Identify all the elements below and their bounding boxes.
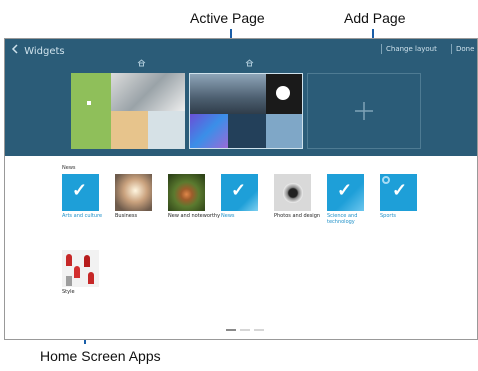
app-icon: ✓	[221, 174, 258, 211]
app-icon	[168, 174, 205, 211]
widget-tile	[276, 86, 290, 100]
app-icon: ✓	[380, 174, 417, 211]
header-divider	[381, 44, 382, 54]
widgets-header: Widgets Change layout Done	[5, 39, 477, 156]
app-label: New and noteworthy	[168, 213, 221, 219]
app-photos-and-design[interactable]: Photos and design	[274, 174, 327, 219]
app-label: Science and technology	[327, 213, 358, 225]
home-page-thumbnail[interactable]	[71, 73, 185, 149]
active-page-thumbnail[interactable]	[189, 73, 303, 149]
page-title: Widgets	[24, 46, 65, 57]
widget-tile	[190, 74, 266, 114]
lipstick-icon	[88, 272, 94, 284]
app-icon	[62, 250, 99, 287]
app-icon: ✓	[62, 174, 99, 211]
callout-home-screen-apps: Home Screen Apps	[40, 348, 161, 364]
page-indicator-dot	[240, 329, 250, 331]
checkmark-icon: ✓	[72, 180, 88, 200]
app-sports[interactable]: ✓ Sports	[380, 174, 433, 219]
home-icon	[137, 59, 146, 69]
device-screen: Widgets Change layout Done News ✓ Arts a…	[4, 38, 478, 340]
lipstick-icon	[66, 254, 72, 266]
app-arts-and-culture[interactable]: ✓ Arts and culture	[62, 174, 115, 219]
widget-tile	[148, 111, 185, 149]
lipstick-icon	[84, 255, 90, 267]
callout-active-page: Active Page	[190, 10, 265, 26]
home-icon	[245, 59, 254, 69]
app-news[interactable]: ✓ News	[221, 174, 274, 219]
lipstick-icon	[66, 276, 72, 286]
widget-tile	[228, 114, 266, 148]
checkmark-icon: ✓	[337, 180, 353, 200]
chevron-left-icon	[11, 44, 21, 57]
app-icon: ✓	[327, 174, 364, 211]
app-label: Sports	[380, 213, 397, 219]
camera-icon	[283, 183, 303, 203]
callout-add-page: Add Page	[344, 10, 406, 26]
page-indicator-dot-active	[226, 329, 236, 331]
app-label: News	[221, 213, 235, 219]
app-icon	[115, 174, 152, 211]
plus-icon	[354, 101, 374, 126]
section-label: News	[62, 165, 76, 171]
app-label: Business	[115, 213, 138, 219]
location-pin-icon	[382, 176, 390, 184]
header-divider	[451, 44, 452, 54]
app-science-and-technology[interactable]: ✓ Science and technology	[327, 174, 380, 225]
lipstick-icon	[74, 266, 80, 278]
done-button[interactable]: Done	[456, 45, 474, 53]
page-indicator-dot	[254, 329, 264, 331]
widget-tile	[266, 114, 302, 148]
widget-tile	[111, 73, 185, 111]
change-layout-button[interactable]: Change layout	[386, 45, 437, 53]
back-button[interactable]: Widgets	[11, 44, 65, 57]
app-label: Style	[62, 289, 75, 295]
app-business[interactable]: Business	[115, 174, 168, 219]
widget-tile	[87, 101, 91, 105]
app-icon	[274, 174, 311, 211]
checkmark-icon: ✓	[392, 180, 408, 200]
app-style[interactable]: Style	[62, 250, 115, 295]
checkmark-icon: ✓	[231, 180, 247, 200]
app-label: Arts and culture	[62, 213, 103, 219]
widget-tile	[190, 114, 228, 148]
app-new-and-noteworthy[interactable]: New and noteworthy	[168, 174, 221, 219]
widget-tile	[111, 111, 148, 149]
add-page-button[interactable]	[307, 73, 421, 149]
app-label: Photos and design	[274, 213, 321, 219]
widget-tile	[71, 73, 111, 149]
